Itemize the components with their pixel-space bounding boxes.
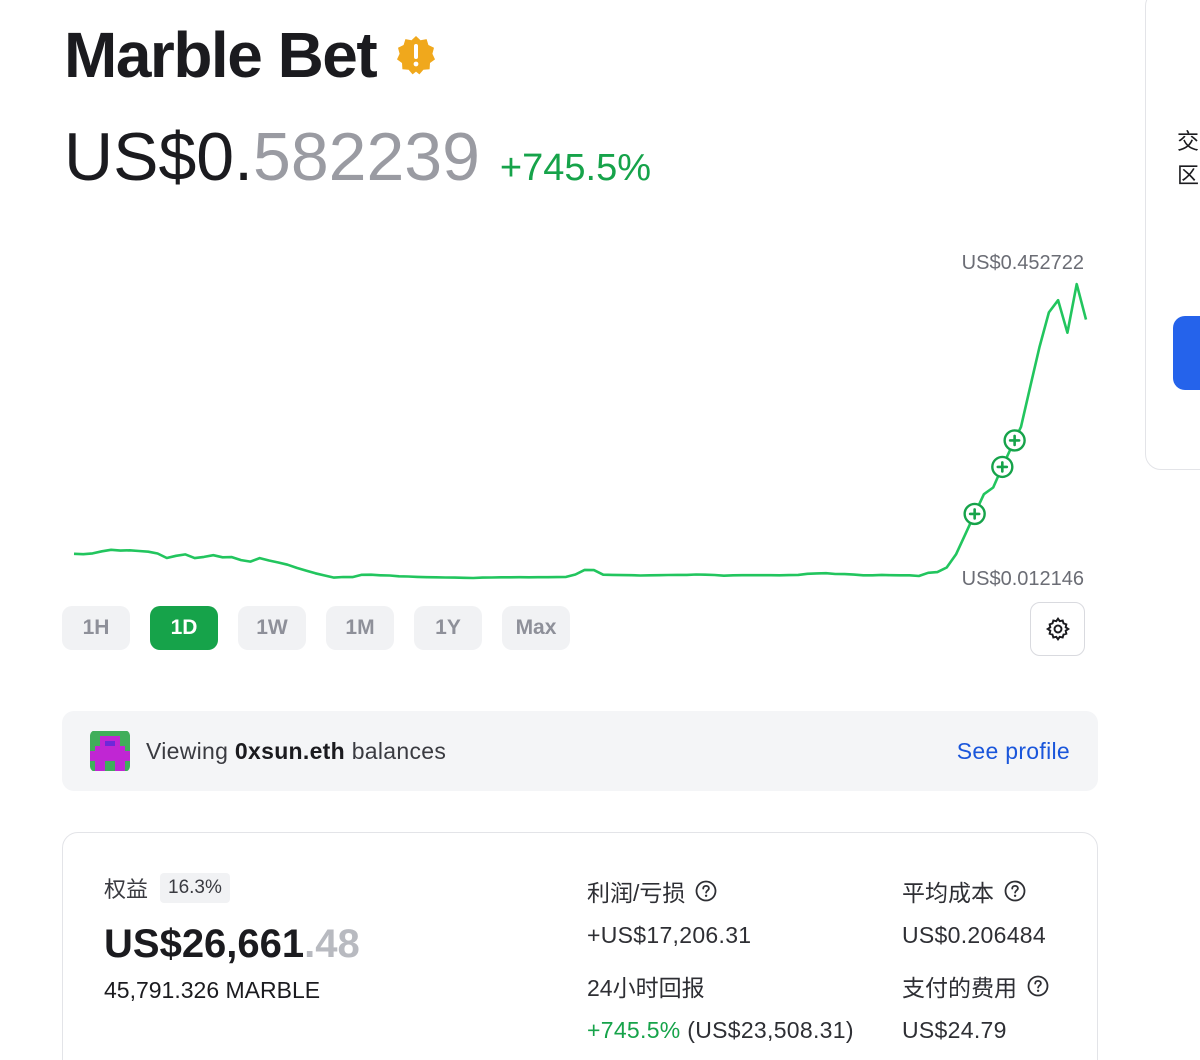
pnl-value: +US$17,206.31 [587,922,752,948]
viewing-account: 0xsun.eth [234,737,345,764]
pnl-label: 利润/亏损 [587,880,686,906]
equity-value-decimals: .48 [304,922,360,966]
equity-value-main: US$26,661 [104,922,305,966]
price-change: +745.5% [499,147,651,189]
token-name: Marble Bet [64,19,378,91]
chart-settings-button[interactable] [1030,602,1085,656]
help-icon[interactable] [1027,975,1049,997]
chart-high-label: US$0.452722 [961,252,1084,274]
avg-cost-value: US$0.206484 [902,922,1046,948]
trade-button[interactable] [1173,316,1200,390]
time-range-selector: 1H 1D 1W 1M 1Y Max [62,606,570,650]
warning-icon[interactable] [396,35,436,75]
return24-pct: +745.5% [587,1017,681,1043]
help-icon[interactable] [1004,880,1026,902]
return24-label: 24小时回报 [587,975,705,1001]
buy-marker-3[interactable] [1003,429,1026,452]
range-button-1h[interactable]: 1H [62,606,130,650]
pnl-stat: 利润/亏损 +US$17,206.31 [587,874,751,949]
range-button-1w[interactable]: 1W [238,606,306,650]
avatar [90,730,130,772]
viewing-suffix: balances [345,737,447,764]
viewing-text: Viewing 0xsun.eth balances [146,738,446,765]
range-button-1m[interactable]: 1M [326,606,394,650]
range-button-1d[interactable]: 1D [150,606,218,650]
chart-low-label: US$0.012146 [961,568,1084,590]
equity-label: 权益 [104,877,149,902]
equity-label-row: 权益 16.3% [104,872,230,904]
price-row: US$0. 582239 +745.5% [64,118,651,196]
trade-panel [1145,0,1200,470]
token-balance: 45,791.326 MARBLE [104,977,321,1003]
trade-panel-text-2: 区 [1177,163,1200,188]
token-header: Marble Bet [64,18,436,92]
return24-stat: 24小时回报 +745.5% (US$23,508.31) [587,969,854,1044]
viewing-prefix: Viewing [146,737,235,764]
price-line [73,282,1088,580]
avg-cost-label: 平均成本 [902,880,994,906]
price-integer: US$0. [64,119,253,195]
trade-panel-text-1: 交 [1177,129,1200,154]
price-decimals: 582239 [253,119,480,195]
fees-label: 支付的费用 [902,975,1017,1001]
price-chart[interactable]: US$0.452722 US$0.012146 [62,248,1092,598]
fees-value: US$24.79 [902,1017,1007,1043]
range-button-max[interactable]: Max [502,606,570,650]
avg-cost-stat: 平均成本 US$0.206484 [902,874,1046,949]
help-icon[interactable] [695,880,717,902]
buy-marker-1[interactable] [963,502,986,526]
return24-value: +745.5% (US$23,508.31) [587,1017,854,1044]
chart-svg[interactable] [62,248,1092,598]
equity-pct-badge: 16.3% [160,873,230,903]
fees-stat: 支付的费用 US$24.79 [902,969,1049,1044]
return24-amount: (US$23,508.31) [680,1017,854,1043]
gear-icon [1045,617,1070,641]
viewing-balances-bar: Viewing 0xsun.eth balances See profile [62,711,1098,791]
range-button-1y[interactable]: 1Y [414,606,482,650]
buy-marker-2[interactable] [991,455,1014,479]
equity-value: US$26,661.48 [104,922,360,967]
see-profile-link[interactable]: See profile [957,738,1070,765]
